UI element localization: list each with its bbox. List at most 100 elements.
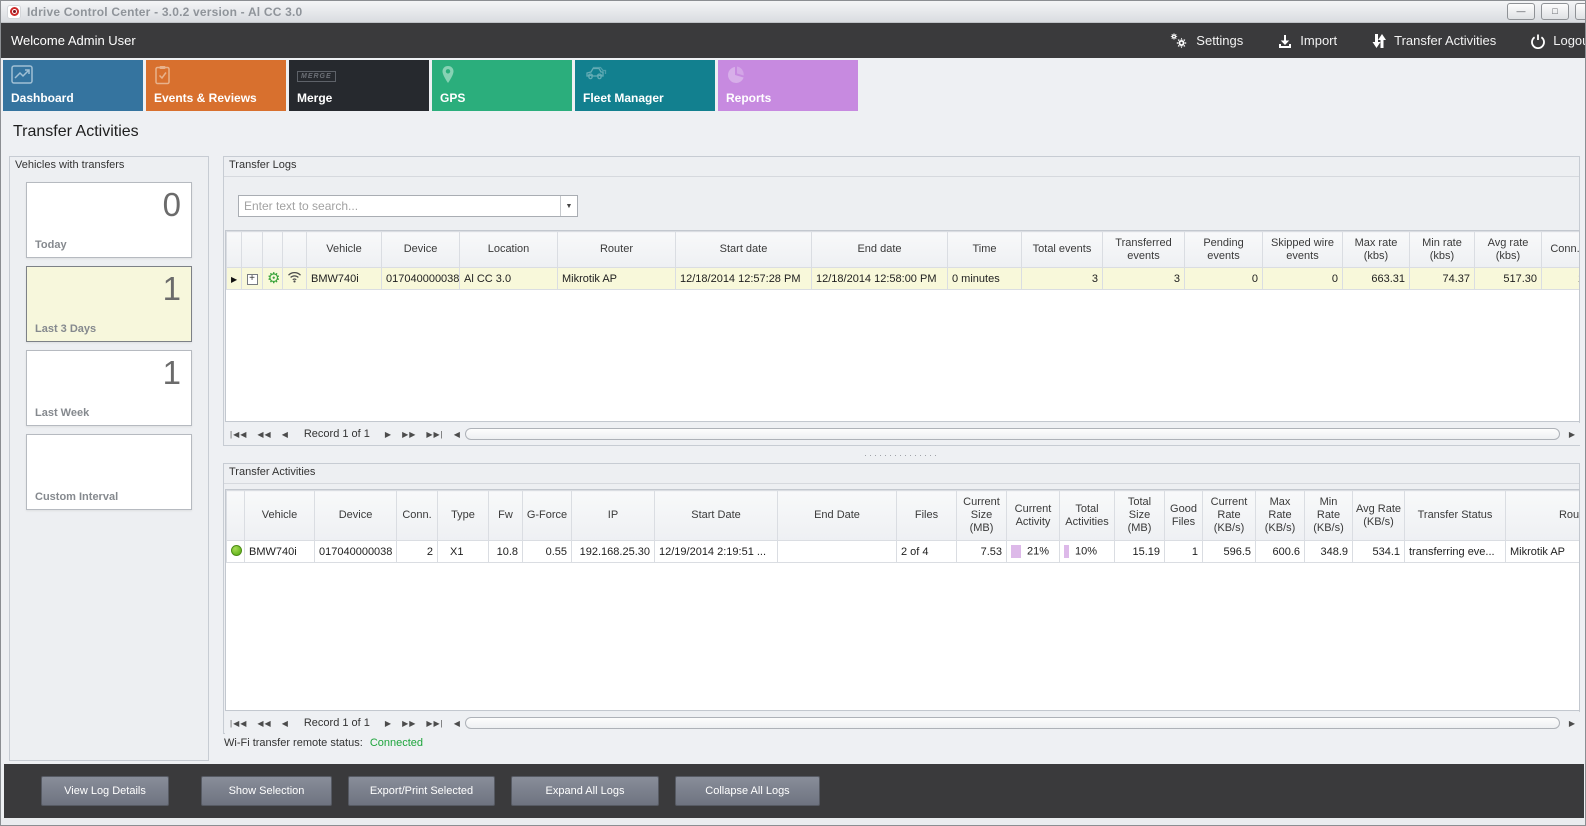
scroll-right-icon[interactable]: ▶ (1569, 430, 1575, 439)
transfer-activities-button[interactable]: Transfer Activities (1371, 33, 1496, 49)
scroll-left-icon[interactable]: ◀ (454, 430, 460, 439)
column-header-avg-rate[interactable]: Avg Rate (KB/s) (1353, 491, 1405, 541)
card-custom-interval[interactable]: Custom Interval (26, 434, 192, 510)
column-header-min-rate[interactable]: Min Rate (KB/s) (1305, 491, 1353, 541)
transfer-activity-row[interactable]: BMW740i 017040000038 2 X1 10.8 0.55 192.… (227, 541, 1581, 563)
next-page-button[interactable]: ▶▶ (402, 719, 416, 728)
column-header-start-date[interactable]: Start Date (655, 491, 778, 541)
app-window: Idrive Control Center - 3.0.2 version - … (0, 0, 1586, 826)
cell-type: X1 (438, 541, 489, 563)
column-header-max-rate[interactable]: Max rate (kbs) (1343, 232, 1410, 268)
show-selection-button[interactable]: Show Selection (201, 776, 332, 806)
column-header-current-size[interactable]: Current Size (MB) (957, 491, 1007, 541)
minimize-button[interactable]: — (1507, 3, 1535, 20)
scroll-left-icon[interactable]: ◀ (454, 719, 460, 728)
cell-router: Mikrotik AP (558, 268, 676, 290)
cell-device: 017040000038 (315, 541, 397, 563)
chevron-down-icon[interactable]: ▼ (560, 196, 577, 216)
first-record-button[interactable]: |◀◀ (230, 430, 247, 439)
tile-dashboard[interactable]: Dashboard (3, 60, 143, 111)
card-last-week[interactable]: 1 Last Week (26, 350, 192, 426)
column-header-pending-events[interactable]: Pending events (1185, 232, 1263, 268)
scroll-right-icon[interactable]: ▶ (1569, 719, 1575, 728)
transfer-log-row[interactable]: ▶ + ⚙ BMW740i 017040000038 Al CC 3.0 Mik… (227, 268, 1581, 290)
expand-row-icon[interactable]: + (247, 274, 258, 285)
column-header-avg-rate[interactable]: Avg rate (kbs) (1475, 232, 1542, 268)
download-icon (1277, 33, 1293, 49)
cell-total-activities: 10% (1060, 541, 1115, 563)
column-header-device[interactable]: Device (382, 232, 460, 268)
first-record-button[interactable]: |◀◀ (230, 719, 247, 728)
progress-bar (1011, 545, 1021, 558)
search-input[interactable] (239, 196, 560, 216)
column-header-skipped-wire-events[interactable]: Skipped wire events (1263, 232, 1343, 268)
column-header-device[interactable]: Device (315, 491, 397, 541)
cell-min-rate: 74.37 (1410, 268, 1475, 290)
column-header-conn[interactable]: Conn. (397, 491, 438, 541)
card-today[interactable]: 0 Today (26, 182, 192, 258)
column-header-conn[interactable]: Conn. (1542, 232, 1581, 268)
tile-reports[interactable]: Reports (718, 60, 858, 111)
tile-gps[interactable]: GPS (432, 60, 572, 111)
column-header-time[interactable]: Time (948, 232, 1022, 268)
blank-header (263, 232, 283, 268)
next-record-button[interactable]: ▶ (385, 430, 392, 439)
import-button[interactable]: Import (1277, 33, 1337, 49)
column-header-total-size[interactable]: Total Size (MB) (1115, 491, 1165, 541)
clipboard-check-icon (154, 65, 172, 90)
column-header-total-activities[interactable]: Total Activities (1060, 491, 1115, 541)
prev-page-button[interactable]: ◀◀ (257, 719, 271, 728)
column-header-files[interactable]: Files (897, 491, 957, 541)
column-header-max-rate[interactable]: Max Rate (KB/s) (1256, 491, 1305, 541)
prev-record-button[interactable]: ◀ (282, 719, 289, 728)
column-header-vehicle[interactable]: Vehicle (245, 491, 315, 541)
horizontal-scrollbar[interactable] (465, 428, 1560, 440)
cell-vehicle: BMW740i (245, 541, 315, 563)
column-header-end-date[interactable]: End Date (778, 491, 897, 541)
column-header-good-files[interactable]: Good Files (1165, 491, 1203, 541)
column-header-total-events[interactable]: Total events (1022, 232, 1103, 268)
column-header-vehicle[interactable]: Vehicle (307, 232, 382, 268)
expand-all-logs-button[interactable]: Expand All Logs (511, 776, 659, 806)
cell-skipped-wire-events: 0 (1263, 268, 1343, 290)
column-header-transferred-events[interactable]: Transferred events (1103, 232, 1185, 268)
panel-splitter[interactable]: ··············· (223, 450, 1580, 460)
column-header-g-force[interactable]: G-Force (523, 491, 572, 541)
column-header-router[interactable]: Router (558, 232, 676, 268)
view-log-details-button[interactable]: View Log Details (41, 776, 169, 806)
splitter-grip-icon: ··············· (864, 453, 939, 457)
cell-end-date (778, 541, 897, 563)
column-header-router[interactable]: Router (1506, 491, 1581, 541)
column-header-current-rate[interactable]: Current Rate (KB/s) (1203, 491, 1256, 541)
tile-fleet-manager[interactable]: Fleet Manager (575, 60, 715, 111)
column-header-start-date[interactable]: Start date (676, 232, 812, 268)
column-header-end-date[interactable]: End date (812, 232, 948, 268)
logout-button[interactable]: Logout (1530, 33, 1586, 49)
prev-page-button[interactable]: ◀◀ (257, 430, 271, 439)
topbar-actions: Settings Import Transfer Activities Logo… (1169, 23, 1586, 58)
cell-start-date: 12/19/2014 2:19:51 ... (655, 541, 778, 563)
column-header-location[interactable]: Location (460, 232, 558, 268)
prev-record-button[interactable]: ◀ (282, 430, 289, 439)
column-header-transfer-status[interactable]: Transfer Status (1405, 491, 1506, 541)
column-header-type[interactable]: Type (438, 491, 489, 541)
tile-merge[interactable]: MERGE Merge (289, 60, 429, 111)
export-print-selected-button[interactable]: Export/Print Selected (348, 776, 495, 806)
next-record-button[interactable]: ▶ (385, 719, 392, 728)
card-last-3-days[interactable]: 1 Last 3 Days (26, 266, 192, 342)
column-header-ip[interactable]: IP (572, 491, 655, 541)
column-header-min-rate[interactable]: Min rate (kbs) (1410, 232, 1475, 268)
horizontal-scrollbar[interactable] (465, 717, 1560, 729)
settings-button[interactable]: Settings (1169, 32, 1243, 50)
maximize-button[interactable]: □ (1541, 3, 1569, 20)
close-button[interactable]: × (1575, 3, 1586, 20)
column-header-current-activity[interactable]: Current Activity (1007, 491, 1060, 541)
collapse-all-logs-button[interactable]: Collapse All Logs (675, 776, 820, 806)
last-record-button[interactable]: ▶▶| (426, 430, 443, 439)
last-record-button[interactable]: ▶▶| (426, 719, 443, 728)
tile-events-reviews[interactable]: Events & Reviews (146, 60, 286, 111)
activities-pager: |◀◀ ◀◀ ◀ Record 1 of 1 ▶ ▶▶ ▶▶| ◀ ▶ (225, 712, 1580, 734)
next-page-button[interactable]: ▶▶ (402, 430, 416, 439)
transfer-logs-grid: Vehicle Device Location Router Start dat… (225, 230, 1580, 422)
column-header-fw[interactable]: Fw (489, 491, 523, 541)
